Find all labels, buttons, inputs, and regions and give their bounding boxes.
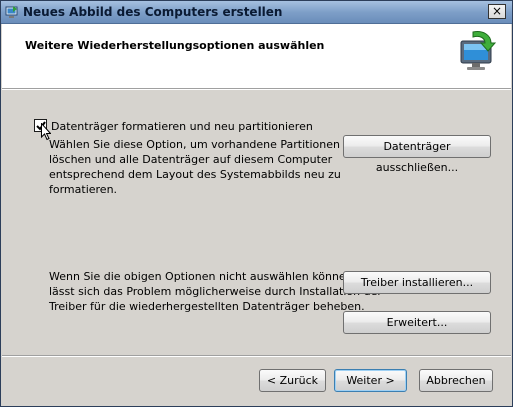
driver-info-line: lässt sich das Problem möglicherweise du… xyxy=(49,285,382,298)
window-title: Neues Abbild des Computers erstellen xyxy=(23,5,283,19)
advanced-button[interactable]: Erweitert... xyxy=(343,311,491,334)
format-description-line: entsprechend dem Layout des Systemabbild… xyxy=(49,168,341,181)
restore-dialog: Neues Abbild des Computers erstellen × W… xyxy=(0,0,513,407)
footer-divider-highlight xyxy=(2,356,511,357)
cancel-button[interactable]: Abbrechen xyxy=(419,369,493,392)
header-panel: Weitere Wiederherstellungsoptionen auswä… xyxy=(2,24,511,89)
title-bar[interactable]: Neues Abbild des Computers erstellen × xyxy=(1,1,512,24)
restore-icon xyxy=(5,5,19,19)
driver-info-text: Wenn Sie die obigen Optionen nicht auswä… xyxy=(49,269,382,314)
page-title: Weitere Wiederherstellungsoptionen auswä… xyxy=(25,39,325,52)
header-divider xyxy=(2,89,511,90)
computer-restore-icon xyxy=(453,29,497,73)
close-button[interactable]: × xyxy=(488,4,506,19)
format-description-line: löschen und alle Datenträger auf diesem … xyxy=(49,153,333,166)
driver-info-line: Treiber für die wiederhergestellten Date… xyxy=(49,300,365,313)
format-checkbox-label[interactable]: Datenträger formatieren und neu partitio… xyxy=(51,120,313,133)
back-button[interactable]: < Zurück xyxy=(259,369,326,392)
next-button[interactable]: Weiter > xyxy=(334,369,407,392)
driver-info-line: Wenn Sie die obigen Optionen nicht auswä… xyxy=(49,270,357,283)
format-description-line: formatieren. xyxy=(49,183,118,196)
format-description-line: Wählen Sie diese Option, um vorhandene P… xyxy=(49,138,357,151)
install-drivers-button[interactable]: Treiber installieren... xyxy=(343,271,491,294)
exclude-disks-button[interactable]: Datenträger ausschließen... xyxy=(343,135,491,174)
format-description: Wählen Sie diese Option, um vorhandene P… xyxy=(49,137,356,197)
